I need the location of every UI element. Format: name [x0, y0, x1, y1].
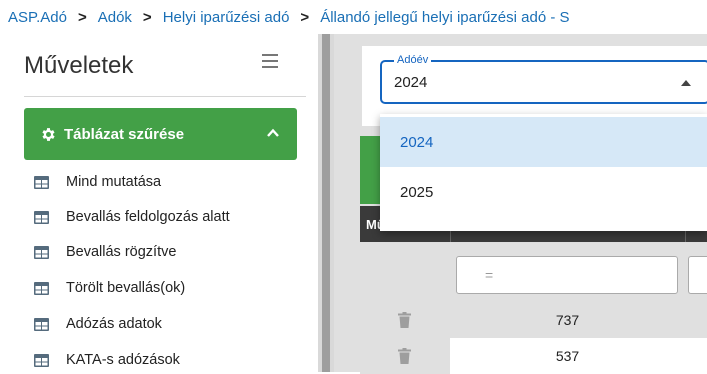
sidebar-item-label: Mind mutatása — [66, 174, 162, 190]
year-select-value: 2024 — [394, 74, 428, 91]
trash-icon[interactable] — [398, 312, 411, 328]
year-dropdown-menu: 2024 2025 — [380, 114, 707, 231]
sidebar-item-bevallas-rogzitve[interactable]: Bevallás rögzítve — [34, 242, 176, 262]
table-icon — [34, 175, 49, 189]
table-icon — [34, 281, 49, 295]
chevron-up-icon — [267, 128, 279, 137]
year-option-2025[interactable]: 2025 — [380, 167, 707, 217]
sidebar-divider — [24, 96, 306, 97]
sidebar-item-kata-s-adozasok[interactable]: KATA-s adózások — [34, 350, 180, 370]
sidebar-title: Műveletek — [24, 52, 134, 79]
next-cell — [685, 338, 707, 374]
next-column-filter-input[interactable] — [688, 256, 707, 294]
breadcrumb-separator: > — [142, 8, 152, 26]
sidebar-item-bevallas-feldolgozas-alatt[interactable]: Bevallás feldolgozás alatt — [34, 207, 230, 227]
row-actions-cell — [360, 302, 450, 338]
breadcrumb: ASP.Adó > Adók > Helyi iparűzési adó > Á… — [0, 0, 707, 34]
year-select[interactable]: Adóév 2024 — [380, 53, 707, 104]
sidebar-item-label: KATA-s adózások — [66, 352, 180, 368]
mutato-filter-input[interactable]: = — [456, 256, 678, 294]
mutato-cell: 737 — [555, 312, 580, 328]
row-actions-cell — [360, 338, 450, 374]
table-icon — [34, 317, 49, 331]
trash-icon[interactable] — [398, 348, 411, 364]
hamburger-menu-icon[interactable] — [262, 54, 278, 68]
splitter-handle[interactable] — [322, 34, 330, 372]
sidebar-item-label: Bevallás feldolgozás alatt — [66, 209, 230, 225]
sidebar-item-label: Adózás adatok — [66, 316, 162, 332]
filter-operator: = — [485, 267, 494, 283]
table-filter-row: = — [360, 242, 707, 302]
year-select-label: Adóév — [394, 53, 432, 67]
sidebar: Műveletek Táblázat szűrése Mind mutatása… — [0, 34, 318, 372]
breadcrumb-separator: > — [300, 8, 310, 26]
mutato-cell: 537 — [555, 348, 580, 364]
breadcrumb-item-adok[interactable]: Adók — [98, 9, 132, 26]
table-icon — [34, 353, 49, 367]
year-option-2024[interactable]: 2024 — [380, 117, 707, 167]
breadcrumb-item-helyi-iparuzesi-ado[interactable]: Helyi iparűzési adó — [163, 9, 290, 26]
table-row[interactable]: 537 — [360, 338, 707, 374]
sidebar-item-mind-mutatasa[interactable]: Mind mutatása — [34, 172, 161, 192]
sidebar-item-label: Törölt bevallás(ok) — [66, 280, 186, 296]
table-icon — [34, 210, 49, 224]
sidebar-item-adozas-adatok[interactable]: Adózás adatok — [34, 314, 162, 334]
sidebar-item-label: Bevallás rögzítve — [66, 244, 177, 260]
table-filter-toggle-button[interactable]: Táblázat szűrése — [24, 108, 297, 160]
sidebar-item-torolt-bevallasok[interactable]: Törölt bevallás(ok) — [34, 278, 185, 298]
next-cell — [685, 302, 707, 338]
breadcrumb-item-asp[interactable]: ASP.Adó — [8, 9, 67, 26]
panel-splitter[interactable] — [318, 34, 334, 372]
caret-up-icon[interactable] — [681, 80, 691, 86]
gear-icon — [42, 127, 55, 141]
table-row[interactable]: 737 — [360, 302, 707, 338]
table-filter-label: Táblázat szűrése — [64, 125, 185, 143]
breadcrumb-separator: > — [77, 8, 87, 26]
breadcrumb-item-allando-jellegu[interactable]: Állandó jellegű helyi iparűzési adó - S — [320, 9, 569, 26]
table-icon — [34, 245, 49, 259]
